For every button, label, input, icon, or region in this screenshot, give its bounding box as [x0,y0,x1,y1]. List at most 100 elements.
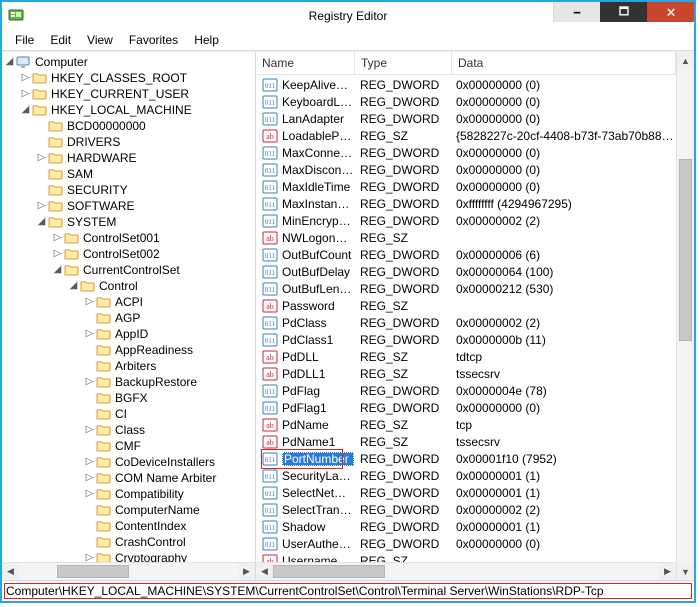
tree-item[interactable]: ▷AppID [4,326,255,342]
tree-item[interactable]: ▷BackupRestore [4,374,255,390]
value-row[interactable]: 011MaxIdleTimeREG_DWORD0x00000000 (0) [256,178,676,195]
tree-item[interactable]: BGFX [4,390,255,406]
tree-item[interactable]: CI [4,406,255,422]
tree-item[interactable]: ▷CoDeviceInstallers [4,454,255,470]
expand-icon[interactable]: ▷ [20,70,31,86]
scroll-right-icon[interactable]: ▶ [659,563,676,580]
value-row[interactable]: abPdName1REG_SZtssecsrv [256,433,676,450]
value-row[interactable]: 011MaxDisconnecti...REG_DWORD0x00000000 … [256,161,676,178]
col-data[interactable]: Data [452,52,676,74]
value-row[interactable]: abPdDLLREG_SZtdtcp [256,348,676,365]
tree-item[interactable]: ▷SOFTWARE [4,198,255,214]
tree-item[interactable]: ◢Computer [4,54,255,70]
scroll-right-icon[interactable]: ▶ [238,563,255,580]
scroll-left-icon[interactable]: ◀ [256,563,273,580]
tree-item[interactable]: ▷Cryptography [4,550,255,562]
tree-item[interactable]: ComputerName [4,502,255,518]
scroll-down-icon[interactable]: ▼ [677,563,694,580]
value-row[interactable]: abPdDLL1REG_SZtssecsrv [256,365,676,382]
value-row[interactable]: 011PortNumberREG_DWORD0x00001f10 (7952) [256,450,676,467]
value-row[interactable]: 011OutBufLengthREG_DWORD0x00000212 (530) [256,280,676,297]
collapse-icon[interactable]: ◢ [52,262,63,278]
col-name[interactable]: Name [256,52,355,74]
tree-item[interactable]: AGP [4,310,255,326]
value-row[interactable]: abPasswordREG_SZ [256,297,676,314]
expand-icon[interactable]: ▷ [84,374,95,390]
tree-item[interactable]: BCD00000000 [4,118,255,134]
tree-scroll[interactable]: ◢Computer▷HKEY_CLASSES_ROOT▷HKEY_CURRENT… [2,52,255,562]
value-row[interactable]: 011UserAuthenticat...REG_DWORD0x00000000… [256,535,676,552]
titlebar[interactable]: Registry Editor 🗕 🗖 🗙 [2,2,694,30]
expand-icon[interactable]: ▷ [36,150,47,166]
scroll-left-icon[interactable]: ◀ [2,563,19,580]
collapse-icon[interactable]: ◢ [4,54,15,70]
value-row[interactable]: 011SecurityLayerREG_DWORD0x00000001 (1) [256,467,676,484]
value-row[interactable]: 011MaxInstanceCo...REG_DWORD0xffffffff (… [256,195,676,212]
value-row[interactable]: 011PdFlagREG_DWORD0x0000004e (78) [256,382,676,399]
expand-icon[interactable]: ▷ [84,454,95,470]
expand-icon[interactable]: ▷ [36,198,47,214]
value-row[interactable]: 011KeepAliveTimeo...REG_DWORD0x00000000 … [256,76,676,93]
value-row[interactable]: 011LanAdapterREG_DWORD0x00000000 (0) [256,110,676,127]
expand-icon[interactable]: ▷ [84,422,95,438]
value-row[interactable]: 011OutBufCountREG_DWORD0x00000006 (6) [256,246,676,263]
collapse-icon[interactable]: ◢ [36,214,47,230]
tree-item[interactable]: ▷Compatibility [4,486,255,502]
value-row[interactable]: 011SelectTransportREG_DWORD0x00000002 (2… [256,501,676,518]
expand-icon[interactable]: ▷ [84,294,95,310]
menu-edit[interactable]: Edit [43,32,78,48]
tree-item[interactable]: CMF [4,438,255,454]
list-vscrollbar[interactable]: ▲ ▼ [676,52,694,580]
minimize-button[interactable]: 🗕 [553,2,600,22]
tree-item[interactable]: ▷Class [4,422,255,438]
expand-icon[interactable]: ▷ [20,86,31,102]
tree-item[interactable]: ◢Control [4,278,255,294]
expand-icon[interactable]: ▷ [84,550,95,562]
scroll-up-icon[interactable]: ▲ [677,52,694,69]
collapse-icon[interactable]: ◢ [20,102,31,118]
tree-hthumb[interactable] [57,565,129,578]
value-row[interactable]: 011PdClass1REG_DWORD0x0000000b (11) [256,331,676,348]
value-row[interactable]: 011MaxConnection...REG_DWORD0x00000000 (… [256,144,676,161]
tree-hscrollbar[interactable]: ◀ ▶ [2,562,255,580]
tree-item[interactable]: ▷HKEY_CURRENT_USER [4,86,255,102]
list-hscrollbar[interactable]: ◀ ▶ [256,562,676,580]
menu-view[interactable]: View [80,32,120,48]
value-row[interactable]: 011ShadowREG_DWORD0x00000001 (1) [256,518,676,535]
tree-item[interactable]: ▷ControlSet002 [4,246,255,262]
expand-icon[interactable]: ▷ [84,486,95,502]
tree-item[interactable]: ▷COM Name Arbiter [4,470,255,486]
tree-item[interactable]: DRIVERS [4,134,255,150]
tree-item[interactable]: ◢CurrentControlSet [4,262,255,278]
expand-icon[interactable]: ▷ [52,246,63,262]
value-row[interactable]: abPdNameREG_SZtcp [256,416,676,433]
tree-item[interactable]: ▷ACPI [4,294,255,310]
value-row[interactable]: 011KeyboardLayoutREG_DWORD0x00000000 (0) [256,93,676,110]
value-row[interactable]: 011SelectNetworkD...REG_DWORD0x00000001 … [256,484,676,501]
maximize-button[interactable]: 🗖 [600,2,647,22]
value-row[interactable]: 011MinEncryptionL...REG_DWORD0x00000002 … [256,212,676,229]
value-row[interactable]: abLoadableProtoc...REG_SZ{5828227c-20cf-… [256,127,676,144]
menu-file[interactable]: File [8,32,41,48]
tree-item[interactable]: CrashControl [4,534,255,550]
collapse-icon[interactable]: ◢ [68,278,79,294]
tree-item[interactable]: ▷ControlSet001 [4,230,255,246]
value-row[interactable]: abNWLogonServerREG_SZ [256,229,676,246]
col-type[interactable]: Type [355,52,452,74]
expand-icon[interactable]: ▷ [52,230,63,246]
value-row[interactable]: abUsernameREG_SZ [256,552,676,562]
value-row[interactable]: 011PdFlag1REG_DWORD0x00000000 (0) [256,399,676,416]
menu-help[interactable]: Help [187,32,226,48]
tree-item[interactable]: Arbiters [4,358,255,374]
tree-item[interactable]: SECURITY [4,182,255,198]
tree-item[interactable]: AppReadiness [4,342,255,358]
list-scroll[interactable]: 011KeepAliveTimeo...REG_DWORD0x00000000 … [256,75,676,562]
list-hthumb[interactable] [273,565,385,578]
list-vthumb[interactable] [679,159,692,341]
tree-item[interactable]: SAM [4,166,255,182]
expand-icon[interactable]: ▷ [84,470,95,486]
close-button[interactable]: 🗙 [647,2,694,22]
tree-item[interactable]: ◢SYSTEM [4,214,255,230]
tree-item[interactable]: ▷HKEY_CLASSES_ROOT [4,70,255,86]
expand-icon[interactable]: ▷ [84,326,95,342]
